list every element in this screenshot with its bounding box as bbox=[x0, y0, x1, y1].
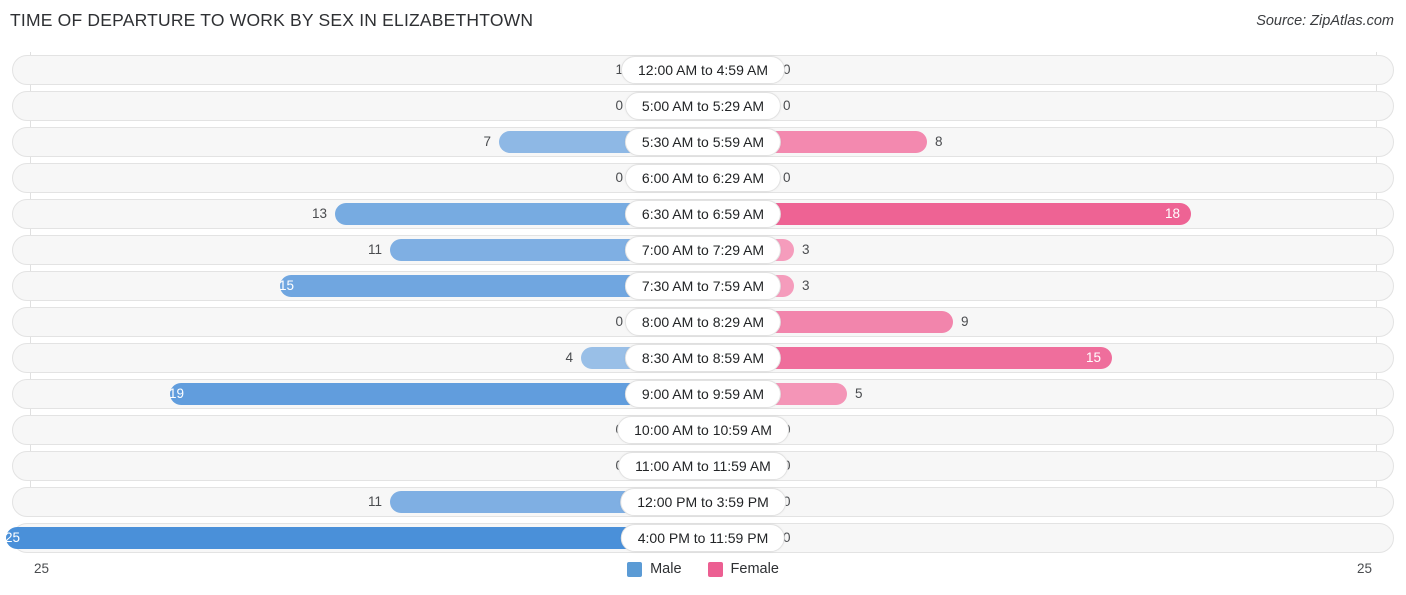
male-value-label: 11 bbox=[367, 242, 382, 257]
chart-row: 0011:00 AM to 11:59 AM bbox=[12, 448, 1394, 484]
male-bar[interactable] bbox=[6, 527, 691, 549]
female-value-label: 18 bbox=[1165, 206, 1181, 221]
male-value-label: 0 bbox=[615, 170, 623, 185]
category-label: 6:00 AM to 6:29 AM bbox=[624, 164, 782, 192]
female-value-label: 8 bbox=[935, 134, 943, 149]
category-label: 8:00 AM to 8:29 AM bbox=[624, 308, 782, 336]
chart-rows: 1 0 12:00 AM to 4:59 AM 0 0 5:00 AM to 5:29 A… bbox=[0, 52, 1406, 556]
category-label: 9:00 AM to 9:59 AM bbox=[624, 380, 782, 408]
chart-row: 0 0 6:00 AM to 6:29 AM bbox=[12, 160, 1394, 196]
male-value-label: 15 bbox=[278, 278, 294, 293]
chart-row: 0010:00 AM to 10:59 AM bbox=[12, 412, 1394, 448]
chart-footer: 25 Male Female 25 bbox=[0, 557, 1406, 595]
chart-row: 1 0 12:00 AM to 4:59 AM bbox=[12, 52, 1394, 88]
female-value-label: 5 bbox=[855, 386, 863, 401]
category-label: 7:00 AM to 7:29 AM bbox=[624, 236, 782, 264]
legend-label-female: Female bbox=[730, 561, 779, 577]
category-label: 11:00 AM to 11:59 AM bbox=[618, 452, 788, 480]
chart-row: 13 18 6:30 AM to 6:59 AM bbox=[12, 196, 1394, 232]
diverging-bar-chart: 1 0 12:00 AM to 4:59 AM 0 0 5:00 AM to 5:29 A… bbox=[0, 52, 1406, 557]
legend-item-female[interactable]: Female bbox=[707, 561, 779, 577]
category-label: 12:00 PM to 3:59 PM bbox=[620, 488, 786, 516]
chart-row: 11 3 7:00 AM to 7:29 AM bbox=[12, 232, 1394, 268]
category-label: 5:30 AM to 5:59 AM bbox=[624, 128, 782, 156]
female-value-label: 3 bbox=[802, 278, 810, 293]
category-label: 8:30 AM to 8:59 AM bbox=[624, 344, 782, 372]
chart-row: 15 3 7:30 AM to 7:59 AM bbox=[12, 268, 1394, 304]
male-value-label: 19 bbox=[168, 386, 184, 401]
chart-row: 11 0 12:00 PM to 3:59 PM bbox=[12, 484, 1394, 520]
chart-header: TIME OF DEPARTURE TO WORK BY SEX IN ELIZ… bbox=[0, 0, 1406, 44]
chart-page: TIME OF DEPARTURE TO WORK BY SEX IN ELIZ… bbox=[0, 0, 1406, 595]
legend-item-male[interactable]: Male bbox=[627, 561, 682, 577]
male-value-label: 4 bbox=[565, 350, 573, 365]
male-bar[interactable] bbox=[170, 383, 691, 405]
female-value-label: 3 bbox=[802, 242, 810, 257]
category-label: 5:00 AM to 5:29 AM bbox=[624, 92, 782, 120]
chart-row: 19 5 9:00 AM to 9:59 AM bbox=[12, 376, 1394, 412]
male-color-swatch bbox=[627, 561, 643, 577]
male-value-label: 0 bbox=[615, 314, 623, 329]
male-value-label: 0 bbox=[615, 98, 623, 113]
category-label: 12:00 AM to 4:59 AM bbox=[621, 56, 785, 84]
source-attribution: Source: ZipAtlas.com bbox=[1256, 13, 1394, 29]
chart-legend: Male Female bbox=[0, 561, 1406, 577]
male-value-label: 7 bbox=[483, 134, 491, 149]
female-value-label: 15 bbox=[1086, 350, 1102, 365]
female-value-label: 0 bbox=[783, 170, 791, 185]
male-value-label: 13 bbox=[311, 206, 327, 221]
axis-max-right: 25 bbox=[1356, 561, 1372, 576]
category-label: 10:00 AM to 10:59 AM bbox=[617, 416, 789, 444]
page-title: TIME OF DEPARTURE TO WORK BY SEX IN ELIZ… bbox=[10, 10, 534, 30]
chart-row: 25 0 4:00 PM to 11:59 PM bbox=[5, 520, 1394, 556]
chart-row: 0 0 5:00 AM to 5:29 AM bbox=[12, 88, 1394, 124]
chart-row: 7 8 5:30 AM to 5:59 AM bbox=[12, 124, 1394, 160]
category-label: 7:30 AM to 7:59 AM bbox=[624, 272, 782, 300]
category-label: 6:30 AM to 6:59 AM bbox=[624, 200, 782, 228]
category-label: 4:00 PM to 11:59 PM bbox=[620, 524, 786, 552]
female-color-swatch bbox=[707, 561, 723, 577]
chart-row: 0 9 8:00 AM to 8:29 AM bbox=[12, 304, 1394, 340]
legend-label-male: Male bbox=[650, 561, 682, 577]
female-bar[interactable] bbox=[715, 203, 1191, 225]
female-value-label: 0 bbox=[783, 98, 791, 113]
female-value-label: 9 bbox=[961, 314, 969, 329]
chart-row: 4 15 8:30 AM to 8:59 AM bbox=[12, 340, 1394, 376]
male-value-label: 25 bbox=[4, 530, 20, 545]
male-value-label: 11 bbox=[367, 494, 382, 509]
